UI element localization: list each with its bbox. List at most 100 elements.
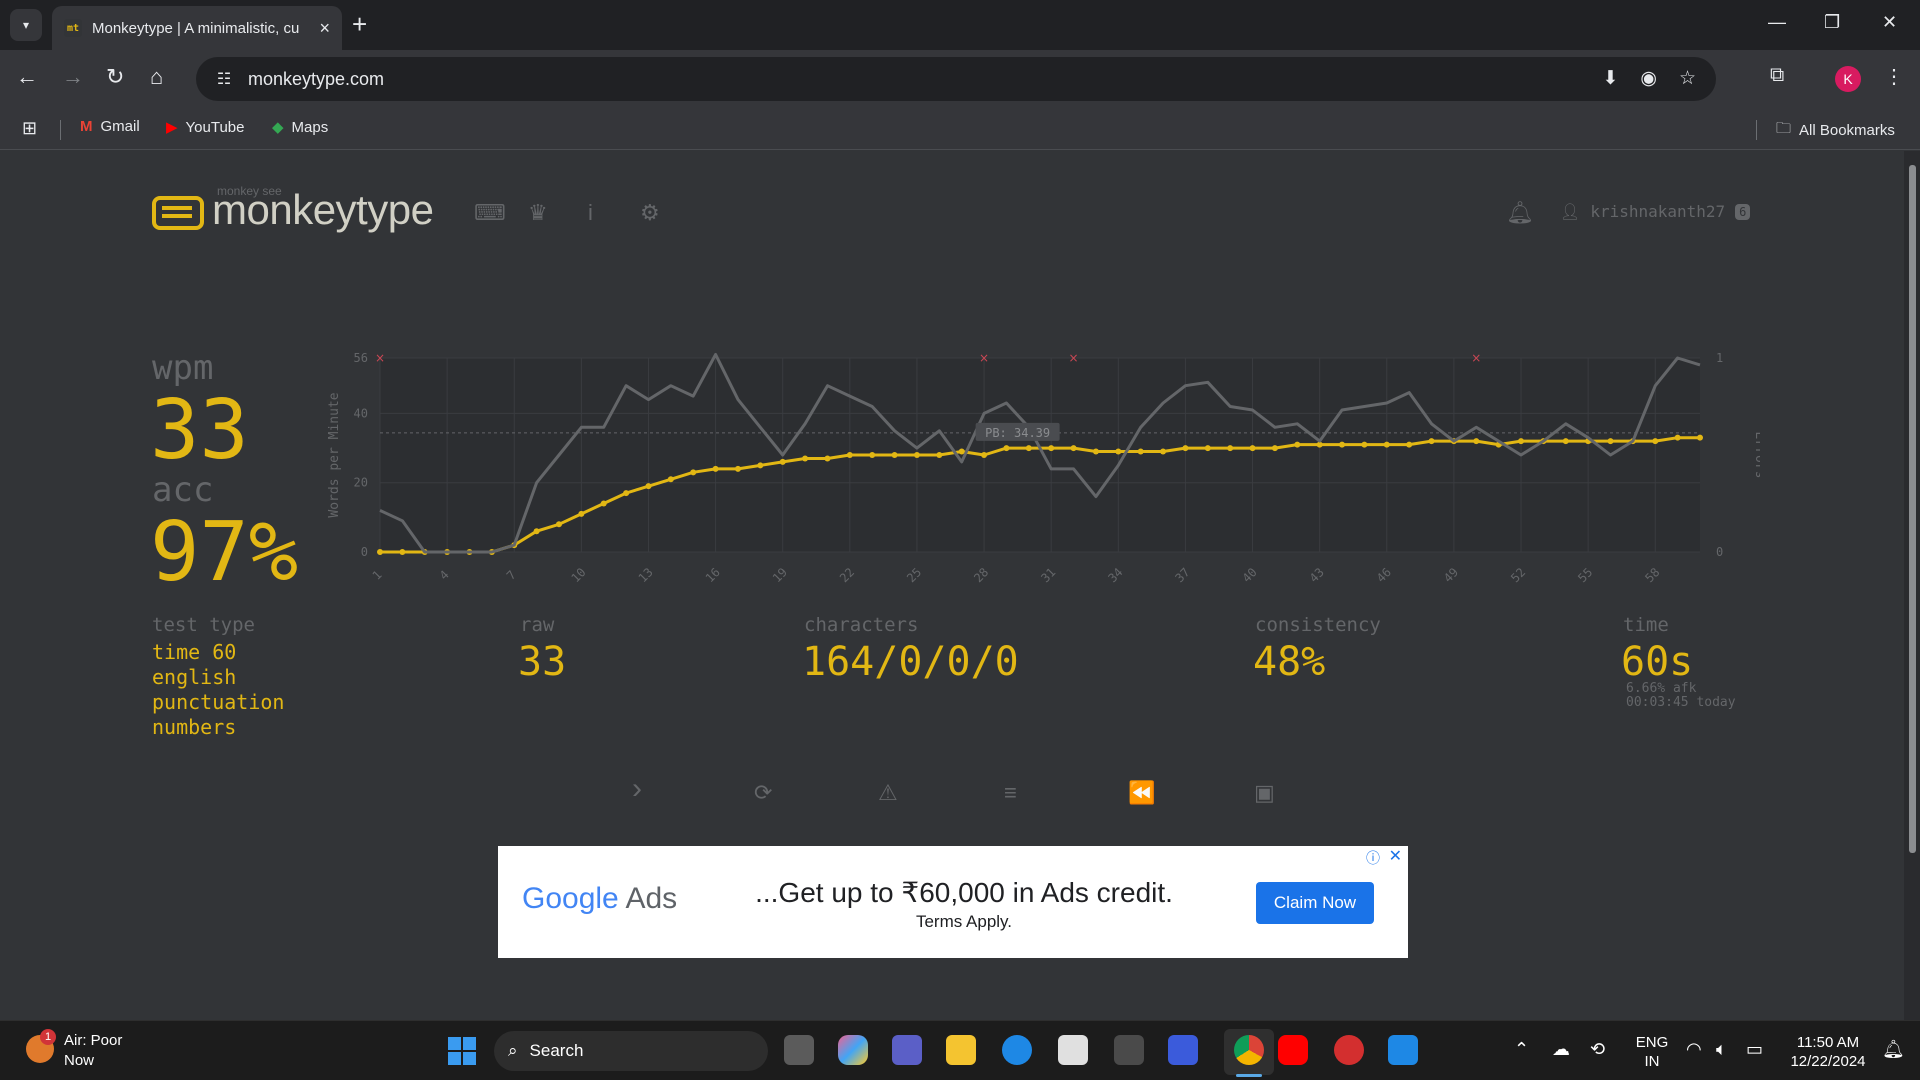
page-scrollbar[interactable] bbox=[1904, 151, 1920, 1020]
clock-date: 12/22/2024 bbox=[1790, 1053, 1866, 1070]
wpm-data-point bbox=[869, 452, 876, 458]
browser-menu-icon[interactable]: ⋮ bbox=[1884, 64, 1904, 89]
ad-info-icon[interactable]: ⓘ bbox=[1366, 848, 1380, 868]
install-app-icon[interactable]: ⬇ bbox=[1602, 67, 1618, 90]
volume-icon[interactable]: 🔈︎ bbox=[1716, 1039, 1727, 1060]
watch-replay-button[interactable]: ⏪ bbox=[1128, 780, 1155, 806]
close-window-button[interactable]: ✕ bbox=[1882, 12, 1897, 33]
account-button[interactable]: 👤︎ krishnakanth27 6 bbox=[1560, 202, 1751, 221]
weather-badge: 1 bbox=[40, 1029, 56, 1045]
ad-close-icon[interactable]: ✕ bbox=[1389, 846, 1402, 866]
weather-widget[interactable]: Air: Poor Now bbox=[64, 1031, 122, 1071]
scrollbar-thumb[interactable] bbox=[1909, 165, 1916, 853]
home-button[interactable]: ⌂ bbox=[150, 64, 163, 90]
weather-title: Air: Poor bbox=[64, 1032, 123, 1049]
bell-icon[interactable]: 🔔︎ bbox=[1506, 200, 1534, 226]
bookmark-label: Maps bbox=[291, 118, 329, 136]
y-tick-label: 40 bbox=[354, 406, 368, 420]
file-explorer-icon[interactable] bbox=[946, 1035, 976, 1065]
language-indicator[interactable]: ENG IN bbox=[1634, 1033, 1670, 1071]
wpm-data-point bbox=[1361, 441, 1368, 448]
wpm-data-point bbox=[399, 549, 406, 555]
wpm-data-point bbox=[1249, 445, 1256, 452]
clock[interactable]: 11:50 AM 12/22/2024 bbox=[1780, 1033, 1876, 1071]
teams-icon[interactable] bbox=[892, 1035, 922, 1065]
battery-icon[interactable]: ▭ bbox=[1746, 1039, 1763, 1060]
active-tab[interactable]: mt Monkeytype | A minimalistic, cu × bbox=[52, 6, 342, 50]
wpm-data-point bbox=[533, 528, 540, 535]
consistency-value: 48% bbox=[1253, 639, 1326, 685]
keyboard-logo-icon[interactable] bbox=[152, 196, 204, 230]
time-value: 60s bbox=[1621, 639, 1694, 685]
cloud-app-icon[interactable] bbox=[1388, 1035, 1418, 1065]
copilot-icon[interactable] bbox=[838, 1035, 868, 1065]
new-tab-button[interactable]: + bbox=[352, 10, 367, 38]
wpm-data-point bbox=[1137, 448, 1144, 455]
restart-button[interactable]: ⟳ bbox=[754, 780, 772, 806]
wpm-data-point bbox=[1115, 448, 1122, 455]
notification-bell-icon[interactable]: 🔔︎ bbox=[1882, 1039, 1905, 1060]
x-tick-label: 58 bbox=[1642, 565, 1662, 585]
next-test-button[interactable]: › bbox=[632, 772, 642, 806]
wpm-value: 33 bbox=[150, 383, 249, 478]
wpm-data-point bbox=[802, 455, 809, 462]
ad-banner[interactable]: Google Ads ...Get up to ₹60,000 in Ads c… bbox=[498, 846, 1408, 958]
apps-grid-icon[interactable]: ⊞ bbox=[22, 118, 37, 139]
wpm-data-point bbox=[1048, 445, 1055, 452]
bookmark-youtube[interactable]: ▶ YouTube bbox=[166, 118, 245, 137]
opera-icon[interactable] bbox=[1334, 1035, 1364, 1065]
youtube-app-icon[interactable] bbox=[1278, 1035, 1308, 1065]
edge-icon[interactable] bbox=[1002, 1035, 1032, 1065]
claim-now-button[interactable]: Claim Now bbox=[1256, 882, 1374, 924]
x-tick-label: 13 bbox=[636, 565, 656, 585]
bookmark-gmail[interactable]: M Gmail bbox=[80, 118, 140, 135]
save-screenshot-button[interactable]: ▣ bbox=[1254, 780, 1275, 806]
chevron-up-icon[interactable]: ⌃ bbox=[1514, 1039, 1529, 1060]
start-button[interactable] bbox=[448, 1037, 476, 1065]
task-view-icon[interactable] bbox=[784, 1035, 814, 1065]
wpm-data-point bbox=[690, 469, 697, 476]
info-icon[interactable]: i bbox=[588, 200, 593, 226]
wifi-icon[interactable]: ◠ bbox=[1686, 1039, 1702, 1060]
wpm-data-point bbox=[757, 462, 764, 469]
forward-button[interactable]: → bbox=[62, 64, 84, 90]
gear-icon[interactable]: ⚙ bbox=[640, 200, 660, 226]
profile-avatar[interactable]: K bbox=[1835, 66, 1861, 92]
bookmark-maps[interactable]: ◆ Maps bbox=[272, 118, 329, 137]
acc-label: acc bbox=[152, 470, 214, 510]
address-bar[interactable]: ☷ monkeytype.com ⬇ ◉ ☆ bbox=[196, 57, 1716, 101]
error-marker: × bbox=[1069, 351, 1079, 365]
x-tick-label: 43 bbox=[1307, 565, 1327, 585]
tab-search-button[interactable]: ▾ bbox=[10, 9, 42, 41]
test-type-punctuation: punctuation bbox=[152, 690, 285, 714]
bookmark-star-icon[interactable]: ☆ bbox=[1679, 67, 1696, 90]
store-icon[interactable] bbox=[1058, 1035, 1088, 1065]
close-tab-icon[interactable]: × bbox=[319, 18, 330, 39]
chrome-icon[interactable] bbox=[1234, 1035, 1264, 1065]
reload-button[interactable]: ↻ bbox=[106, 64, 124, 90]
practice-words-button[interactable]: ⚠ bbox=[878, 780, 898, 806]
sync-icon[interactable]: ⟲ bbox=[1590, 1039, 1605, 1060]
keyboard-icon[interactable]: ⌨ bbox=[474, 200, 506, 226]
site-info-icon[interactable]: ☷ bbox=[204, 69, 244, 89]
browser-toolbar: ← → ↻ ⌂ ☷ monkeytype.com ⬇ ◉ ☆ ⧉ K ⋮ bbox=[0, 50, 1920, 108]
minimize-button[interactable]: — bbox=[1768, 12, 1786, 33]
restore-button[interactable]: ❐ bbox=[1824, 12, 1840, 33]
all-bookmarks-label: All Bookmarks bbox=[1799, 122, 1895, 139]
crown-icon[interactable]: ♛ bbox=[528, 200, 548, 226]
all-bookmarks-button[interactable]: 🗀 All Bookmarks bbox=[1776, 118, 1895, 143]
show-words-history-button[interactable]: ≡ bbox=[1004, 780, 1017, 806]
app-m-icon[interactable] bbox=[1168, 1035, 1198, 1065]
tab-title: Monkeytype | A minimalistic, cu bbox=[92, 19, 300, 37]
taskbar-search[interactable]: ⌕ Search bbox=[494, 1031, 768, 1071]
extensions-icon[interactable]: ⧉ bbox=[1770, 64, 1784, 87]
wpm-data-point bbox=[1070, 445, 1077, 452]
tracking-protection-icon[interactable]: ◉ bbox=[1640, 67, 1657, 90]
url-text[interactable]: monkeytype.com bbox=[248, 69, 384, 90]
level-badge: 6 bbox=[1735, 203, 1751, 220]
x-tick-label: 16 bbox=[703, 565, 723, 585]
onedrive-icon[interactable]: ☁ bbox=[1552, 1039, 1570, 1060]
app-hexagon-icon[interactable] bbox=[1114, 1035, 1144, 1065]
logo-text[interactable]: monkeytype bbox=[212, 186, 434, 234]
back-button[interactable]: ← bbox=[16, 64, 38, 90]
